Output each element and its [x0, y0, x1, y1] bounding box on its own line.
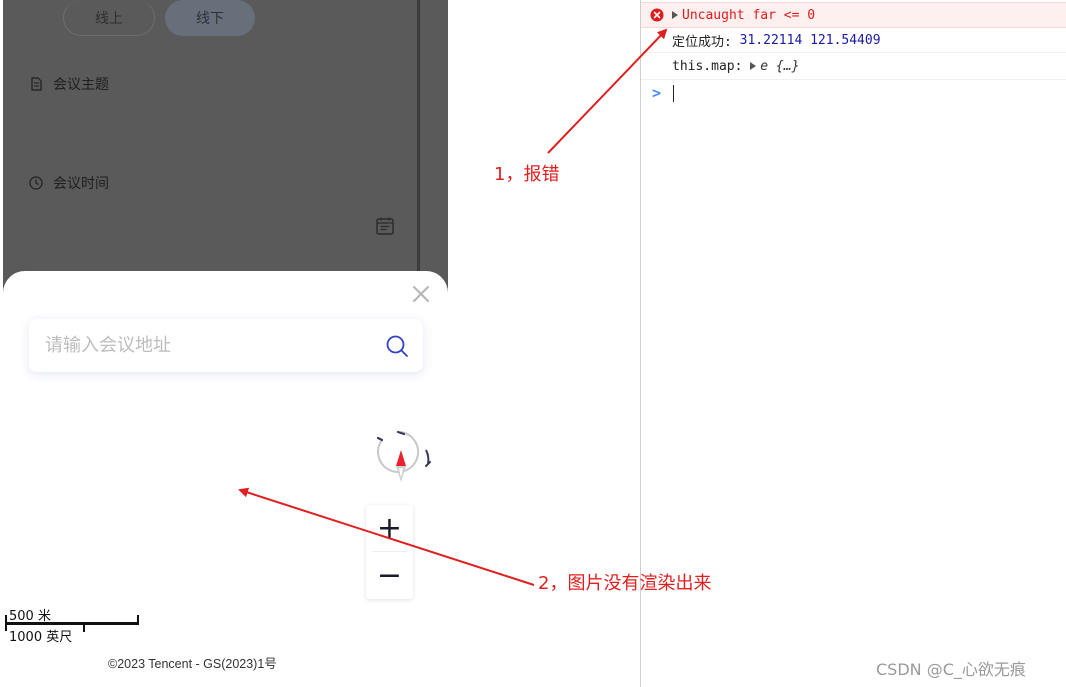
compass-control[interactable] — [368, 426, 434, 492]
error-message: Uncaught far <= 0 — [672, 8, 815, 23]
screenshot-root: 线上 线下 会议主题 会议时间 请输入会议地址 + − 500 米 1000 英… — [0, 0, 1066, 687]
time-label: 会议时间 — [53, 176, 109, 192]
text-cursor — [673, 85, 674, 102]
watermark: CSDN @C_心欲无痕 — [876, 660, 1026, 679]
annotation-map-note: 2，图片没有渲染出来 — [538, 573, 712, 594]
topic-label: 会议主题 — [53, 77, 109, 93]
scale-imperial-label: 1000 英尺 — [9, 630, 73, 645]
address-search-input[interactable] — [45, 335, 385, 356]
tab-offline[interactable]: 线下 — [165, 0, 255, 36]
console-log-row: 定位成功: 31.22114 121.54409 — [641, 28, 1066, 53]
log-label: this.map: — [672, 58, 743, 74]
scale-line — [5, 622, 139, 625]
console-error-row[interactable]: Uncaught far <= 0 — [641, 2, 1066, 28]
map-bottom-sheet: + − 500 米 1000 英尺 ©2023 Tencent - GS(202… — [3, 271, 448, 676]
clock-icon — [29, 176, 43, 190]
expand-triangle-icon[interactable] — [750, 62, 757, 70]
zoom-out-button[interactable]: − — [366, 552, 413, 599]
log-map-object: this.map: e {…} — [672, 59, 799, 74]
error-text: Uncaught far <= 0 — [682, 7, 816, 23]
modal-mask[interactable]: 线上 线下 会议主题 会议时间 — [3, 0, 448, 300]
prompt-chevron-icon: > — [652, 84, 662, 102]
expand-triangle-icon[interactable] — [672, 11, 678, 19]
log-coordinates: 31.22114 121.54409 — [739, 32, 881, 48]
scrollbar[interactable] — [417, 0, 420, 290]
zoom-control: + − — [366, 505, 413, 599]
map-scale-bar: 500 米 1000 英尺 — [5, 605, 145, 645]
tab-online[interactable]: 线上 — [63, 0, 155, 36]
form-row-topic: 会议主题 — [29, 74, 109, 94]
console-log-row[interactable]: this.map: e {…} — [641, 53, 1066, 80]
address-search-box — [29, 319, 423, 372]
error-icon — [650, 8, 664, 22]
mobile-preview: 线上 线下 会议主题 会议时间 请输入会议地址 + − 500 米 1000 英… — [3, 0, 448, 676]
scale-tick — [137, 615, 139, 624]
scale-tick — [5, 615, 7, 631]
map-copyright: ©2023 Tencent - GS(2023)1号 — [108, 657, 277, 671]
close-icon[interactable] — [410, 283, 432, 305]
log-label: 定位成功: — [672, 34, 732, 50]
log-location: 定位成功: 31.22114 121.54409 — [672, 31, 881, 50]
console-input-row[interactable]: > — [641, 80, 1066, 106]
scale-tick — [83, 623, 85, 632]
log-object-preview[interactable]: e {…} — [760, 59, 799, 74]
document-icon — [29, 77, 43, 91]
annotation-error-note: 1，报错 — [494, 164, 560, 185]
search-icon[interactable] — [385, 334, 409, 358]
form-row-time: 会议时间 — [29, 173, 109, 193]
calendar-icon[interactable] — [375, 216, 395, 236]
zoom-in-button[interactable]: + — [366, 505, 413, 552]
